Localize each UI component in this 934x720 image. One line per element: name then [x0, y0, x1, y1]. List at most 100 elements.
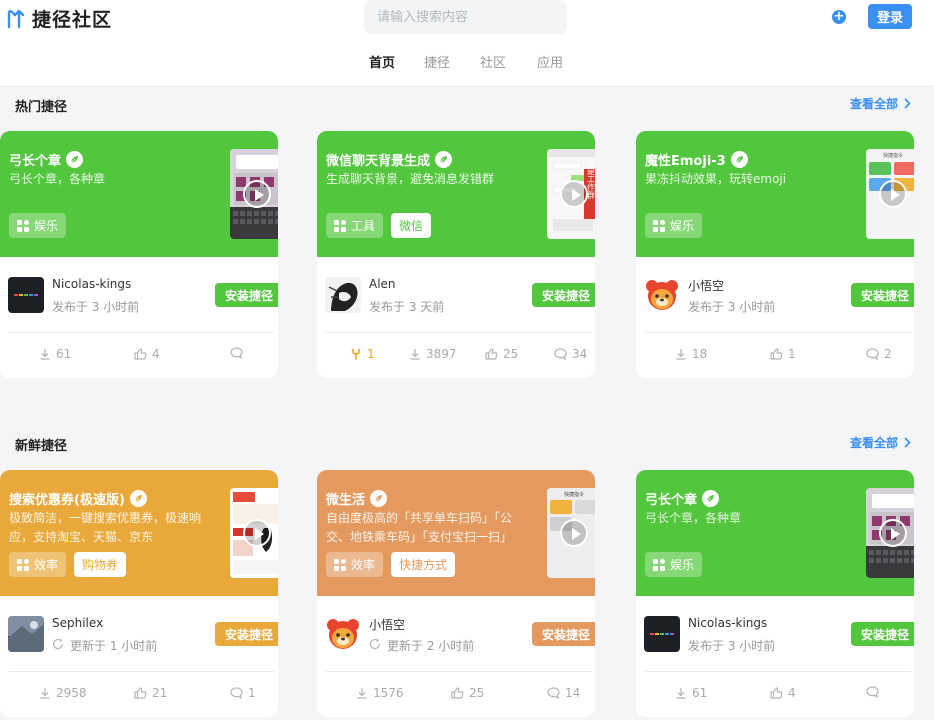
card-title[interactable]: 搜索优惠券(极速版) [9, 489, 147, 508]
downloads-stat[interactable]: 18 [675, 347, 707, 361]
forks-count: 1 [367, 347, 375, 361]
shortcut-card[interactable]: 搜索优惠券(极速版) 极致简洁，一键搜索优惠券，极速响应，支持淘宝、天猫、京东 … [0, 470, 278, 717]
category-label: 娱乐 [34, 219, 59, 233]
comments-stat[interactable]: 2 [866, 347, 892, 361]
comments-stat[interactable] [866, 686, 884, 698]
publish-time: 发布于 3 小时前 [688, 637, 775, 654]
tab-shortcuts[interactable]: 捷径 [424, 52, 450, 71]
install-button[interactable]: 安装捷径 [532, 622, 595, 646]
shortcut-card[interactable]: 弓长个章 弓长个章，各种章 娱乐 Nicolas-kings 发布于 3 小时前… [636, 470, 914, 717]
category-tag[interactable]: 工具 [326, 213, 384, 238]
avatar[interactable] [8, 277, 44, 313]
keyword-tag[interactable]: 购物券 [74, 552, 127, 577]
view-all-new-link[interactable]: 查看全部 [850, 434, 911, 451]
category-tag[interactable]: 娱乐 [9, 213, 67, 238]
download-icon [39, 348, 51, 360]
likes-count: 21 [152, 686, 168, 700]
downloads-count: 18 [692, 347, 708, 361]
avatar[interactable] [325, 277, 361, 313]
likes-stat[interactable]: 4 [134, 347, 160, 361]
author-name[interactable]: Nicolas-kings [52, 277, 131, 291]
card-description: 弓长个章，各种章 [9, 172, 106, 186]
login-button[interactable]: 登录 [868, 4, 912, 29]
likes-stat[interactable]: 25 [451, 686, 484, 700]
add-icon[interactable]: + [832, 10, 846, 24]
category-tag[interactable]: 娱乐 [645, 552, 703, 577]
install-button[interactable]: 安装捷径 [532, 283, 595, 307]
download-icon [675, 687, 687, 699]
view-all-hot-link[interactable]: 查看全部 [850, 95, 911, 112]
preview-thumbnail[interactable] [866, 488, 914, 578]
card-title[interactable]: 弓长个章 [645, 489, 720, 508]
avatar[interactable] [325, 616, 361, 652]
category-tag[interactable]: 效率 [326, 552, 384, 577]
card-title[interactable]: 弓长个章 [9, 150, 84, 169]
publish-time-text: 发布于 3 小时前 [52, 300, 140, 314]
avatar[interactable] [644, 277, 680, 313]
comments-stat[interactable]: 34 [554, 347, 587, 361]
category-grid-icon [653, 558, 665, 571]
divider [326, 332, 592, 333]
comments-stat[interactable]: 1 [230, 686, 256, 700]
play-icon[interactable] [560, 519, 588, 547]
verified-badge-icon [730, 151, 748, 168]
keyword-tag[interactable]: 快捷方式 [391, 552, 456, 577]
avatar[interactable] [644, 616, 680, 652]
top-bar: 捷径社区 + 登录 首页 捷径 社区 应用 [0, 0, 934, 87]
install-button[interactable]: 安装捷径 [851, 622, 914, 646]
likes-stat[interactable]: 21 [134, 686, 167, 700]
card-banner: 弓长个章 弓长个章，各种章 娱乐 [0, 131, 278, 257]
tab-home[interactable]: 首页 [369, 52, 395, 71]
shortcut-card[interactable]: 微信聊天背景生成 生成聊天背景，避免消息发错群 工具 微信 这是工作群 Alen [317, 131, 595, 378]
card-banner: 微生活 自由度极高的「共享单车扫码」「公交、地铁乘车码」「支付宝扫一扫」 效率 … [317, 470, 595, 596]
preview-thumbnail[interactable]: 快捷指令 [547, 488, 595, 578]
author-name[interactable]: Sephilex [52, 616, 103, 630]
preview-thumbnail[interactable]: 这是工作群 [547, 149, 595, 239]
comments-stat[interactable]: 14 [547, 686, 580, 700]
card-stats: 1 3897 25 34 [317, 347, 595, 367]
preview-thumbnail[interactable] [230, 149, 278, 239]
author-name[interactable]: 小悟空 [369, 616, 405, 633]
downloads-stat[interactable]: 3897 [409, 347, 457, 361]
category-tag[interactable]: 效率 [9, 552, 67, 577]
publish-time-text: 发布于 3 天前 [369, 300, 445, 314]
play-icon[interactable] [243, 519, 271, 547]
comments-stat[interactable] [230, 347, 248, 359]
install-button[interactable]: 安装捷径 [215, 283, 278, 307]
author-name[interactable]: Alen [369, 277, 396, 291]
downloads-stat[interactable]: 2958 [39, 686, 87, 700]
card-title[interactable]: 微信聊天背景生成 [326, 150, 453, 169]
preview-thumbnail[interactable] [230, 488, 278, 578]
install-button[interactable]: 安装捷径 [851, 283, 914, 307]
play-icon[interactable] [879, 180, 907, 208]
shortcut-card[interactable]: 弓长个章 弓长个章，各种章 娱乐 Nicolas-kings 发布于 3 小时前… [0, 131, 278, 378]
keyword-tag[interactable]: 微信 [391, 213, 432, 238]
card-title[interactable]: 微生活 [326, 489, 388, 508]
comment-icon [547, 687, 560, 699]
avatar[interactable] [8, 616, 44, 652]
downloads-stat[interactable]: 61 [39, 347, 71, 361]
tab-community[interactable]: 社区 [480, 52, 506, 71]
tab-apps[interactable]: 应用 [537, 52, 563, 71]
shortcut-card[interactable]: 魔性Emoji-3 果冻抖动效果，玩转emoji 娱乐 快捷指令 小悟空 发布于… [636, 131, 914, 378]
card-stats: 1576 25 14 [317, 686, 595, 706]
likes-stat[interactable]: 1 [770, 347, 796, 361]
card-title[interactable]: 魔性Emoji-3 [645, 150, 748, 169]
forks-stat[interactable]: 1 [350, 347, 375, 361]
author-name[interactable]: 小悟空 [688, 277, 724, 294]
author-name[interactable]: Nicolas-kings [688, 616, 767, 630]
shortcut-card[interactable]: 微生活 自由度极高的「共享单车扫码」「公交、地铁乘车码」「支付宝扫一扫」 效率 … [317, 470, 595, 717]
category-tag[interactable]: 娱乐 [645, 213, 703, 238]
search-input[interactable] [364, 0, 567, 34]
card-title-text: 微生活 [326, 493, 366, 508]
play-icon[interactable] [243, 180, 271, 208]
preview-thumbnail[interactable]: 快捷指令 [866, 149, 914, 239]
likes-stat[interactable]: 4 [770, 686, 796, 700]
downloads-stat[interactable]: 1576 [356, 686, 404, 700]
play-icon[interactable] [560, 180, 588, 208]
install-button[interactable]: 安装捷径 [215, 622, 278, 646]
logo[interactable]: 捷径社区 [6, 5, 112, 32]
likes-stat[interactable]: 25 [485, 347, 518, 361]
play-icon[interactable] [879, 519, 907, 547]
downloads-stat[interactable]: 61 [675, 686, 707, 700]
